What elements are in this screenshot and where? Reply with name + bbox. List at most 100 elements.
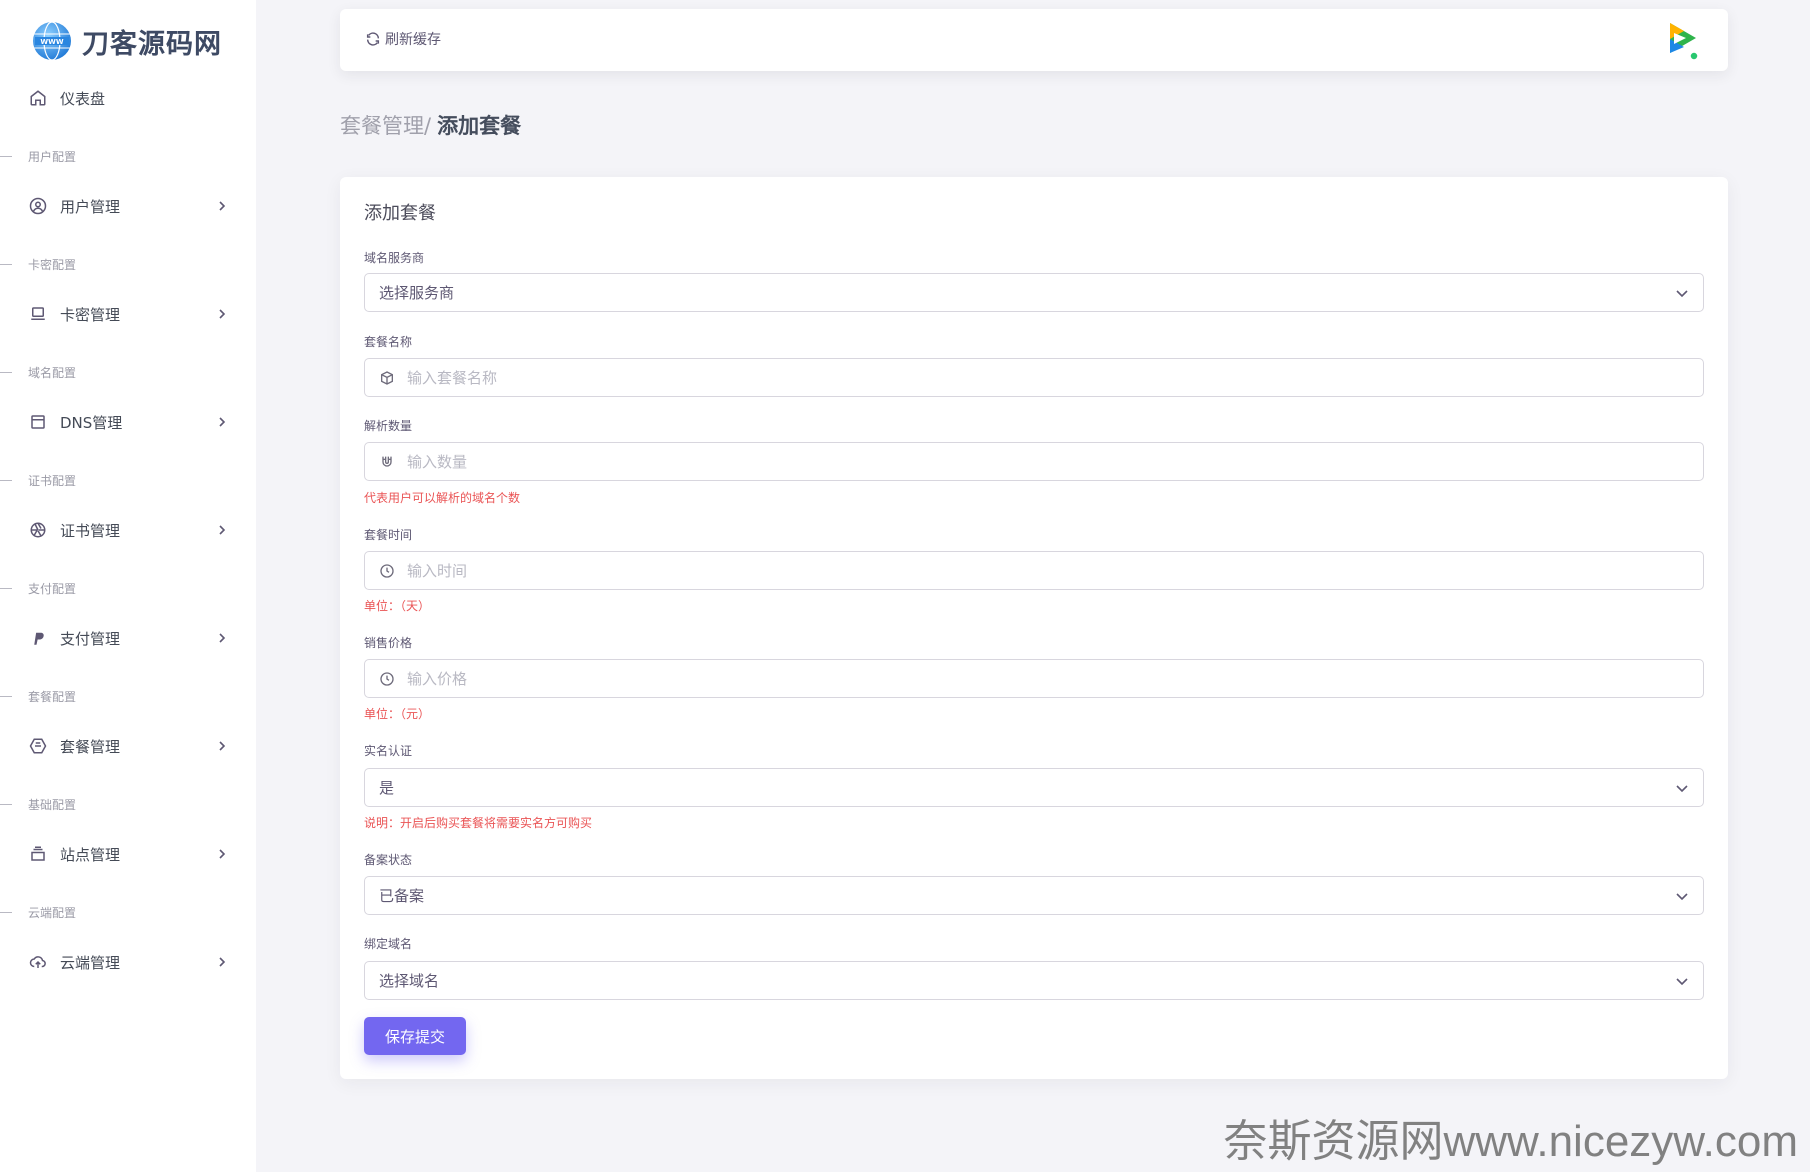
- sidebar-item-users[interactable]: 用户管理: [0, 178, 256, 234]
- chevron-right-icon: [219, 309, 226, 319]
- sidebar-item-dns[interactable]: DNS管理: [0, 394, 256, 450]
- sidebar-item-label: 套餐管理: [60, 737, 121, 756]
- icp-status-select[interactable]: 已备案: [364, 876, 1704, 915]
- icp-status-label: 备案状态: [364, 853, 413, 867]
- price-label: 销售价格: [364, 636, 413, 650]
- section-title: 基础配置: [28, 797, 77, 812]
- breadcrumb-separator: /: [424, 114, 432, 138]
- save-submit-button[interactable]: 保存提交: [364, 1017, 466, 1055]
- breadcrumb: 套餐管理 / 添加套餐: [340, 110, 521, 140]
- section-title: 用户配置: [28, 149, 77, 164]
- sidebar-item-label: 云端管理: [60, 953, 121, 972]
- sidebar-item-packages[interactable]: 套餐管理: [0, 718, 256, 774]
- avatar[interactable]: [1662, 19, 1700, 61]
- section-header: 卡密配置: [0, 254, 256, 274]
- bind-domain-select-value: 选择域名: [379, 972, 440, 990]
- provider-select-value: 选择服务商: [379, 284, 455, 302]
- box-icon: [381, 371, 393, 385]
- chevron-right-icon: [219, 849, 226, 859]
- section-header: 证书配置: [0, 470, 256, 490]
- laptop-icon: [28, 304, 48, 324]
- section-title: 卡密配置: [28, 257, 77, 272]
- bind-domain-label: 绑定域名: [364, 937, 413, 951]
- sidebar-item-label: 仪表盘: [60, 89, 106, 108]
- package-hex-icon: [28, 736, 48, 756]
- package-name-field[interactable]: [364, 358, 1704, 397]
- chevron-down-icon: [1676, 290, 1688, 298]
- clock-icon: [380, 672, 394, 686]
- sidebar: WWW 刀客源码网 仪表盘 用户配置 用户管理 卡密配置 卡密管理 域名配置 D…: [0, 0, 256, 1172]
- resolve-count-hint: 代表用户可以解析的域名个数: [364, 491, 521, 505]
- sidebar-item-label: 卡密管理: [60, 305, 121, 324]
- sidebar-item-site[interactable]: 站点管理: [0, 826, 256, 882]
- sidebar-item-certs[interactable]: 证书管理: [0, 502, 256, 558]
- aperture-icon: [28, 520, 48, 540]
- home-icon: [28, 88, 48, 108]
- duration-label: 套餐时间: [364, 528, 413, 542]
- watermark: 奈斯资源网www.nicezyw.com: [1223, 1117, 1798, 1166]
- chevron-right-icon: [219, 417, 226, 427]
- duration-input[interactable]: [407, 552, 1687, 589]
- chevron-right-icon: [219, 633, 226, 643]
- resolve-count-input[interactable]: [407, 443, 1687, 480]
- chevron-down-icon: [1676, 978, 1688, 986]
- package-name-input[interactable]: [407, 359, 1687, 396]
- refresh-icon: [366, 32, 380, 46]
- breadcrumb-current: 添加套餐: [437, 114, 522, 138]
- svg-text:WWW: WWW: [40, 38, 63, 46]
- section-header: 用户配置: [0, 146, 256, 166]
- sidebar-item-cloud[interactable]: 云端管理: [0, 934, 256, 990]
- price-input[interactable]: [407, 660, 1687, 697]
- provider-select[interactable]: 选择服务商: [364, 273, 1704, 312]
- section-header: 套餐配置: [0, 686, 256, 706]
- section-header: 基础配置: [0, 794, 256, 814]
- globe-www-icon: WWW: [33, 21, 71, 61]
- sidebar-item-label: DNS管理: [60, 413, 123, 432]
- magnet-icon: [382, 456, 392, 467]
- bind-domain-select[interactable]: 选择域名: [364, 961, 1704, 1000]
- section-header: 支付配置: [0, 578, 256, 598]
- resolve-count-label: 解析数量: [364, 419, 413, 433]
- section-title: 云端配置: [28, 905, 77, 920]
- add-package-card: 添加套餐 域名服务商 选择服务商 套餐名称 解析数量 代表用户可以解析的域名个数…: [340, 177, 1728, 1079]
- duration-field[interactable]: [364, 551, 1704, 590]
- section-title: 套餐配置: [28, 689, 77, 704]
- sidebar-item-payment[interactable]: 支付管理: [0, 610, 256, 666]
- sidebar-item-cards[interactable]: 卡密管理: [0, 286, 256, 342]
- card-title: 添加套餐: [364, 203, 436, 224]
- user-circle-icon: [28, 196, 48, 216]
- section-title: 支付配置: [28, 581, 77, 596]
- video-app-icon: [1670, 23, 1699, 61]
- refresh-cache-button[interactable]: 刷新缓存: [365, 29, 441, 49]
- section-title: 证书配置: [28, 473, 77, 488]
- price-hint: 单位：（元）: [364, 707, 431, 721]
- sidebar-item-dashboard[interactable]: 仪表盘: [0, 70, 256, 126]
- sidebar-item-label: 用户管理: [60, 197, 121, 216]
- icp-status-select-value: 已备案: [379, 887, 425, 905]
- chevron-right-icon: [219, 957, 226, 967]
- realname-select[interactable]: 是: [364, 768, 1704, 807]
- top-navbar: 刷新缓存: [340, 9, 1728, 71]
- chevron-right-icon: [219, 525, 226, 535]
- realname-label: 实名认证: [364, 744, 413, 758]
- section-header: 云端配置: [0, 902, 256, 922]
- chevron-right-icon: [219, 201, 226, 211]
- sidebar-item-label: 证书管理: [60, 521, 121, 540]
- cloud-upload-icon: [28, 952, 48, 972]
- chevron-down-icon: [1676, 785, 1688, 793]
- breadcrumb-parent[interactable]: 套餐管理: [340, 110, 424, 140]
- sidebar-item-label: 支付管理: [60, 629, 121, 648]
- realname-select-value: 是: [379, 779, 395, 797]
- brand[interactable]: WWW 刀客源码网: [32, 18, 222, 64]
- realname-hint: 说明：开启后购买套餐将需要实名方可购买: [364, 816, 593, 830]
- archive-icon: [28, 844, 48, 864]
- chevron-right-icon: [219, 741, 226, 751]
- duration-hint: 单位：（天）: [364, 599, 431, 613]
- sidebar-item-label: 站点管理: [60, 845, 121, 864]
- package-name-label: 套餐名称: [364, 335, 413, 349]
- section-header: 域名配置: [0, 362, 256, 382]
- calendar-box-icon: [28, 412, 48, 432]
- resolve-count-field[interactable]: [364, 442, 1704, 481]
- section-title: 域名配置: [28, 365, 77, 380]
- price-field[interactable]: [364, 659, 1704, 698]
